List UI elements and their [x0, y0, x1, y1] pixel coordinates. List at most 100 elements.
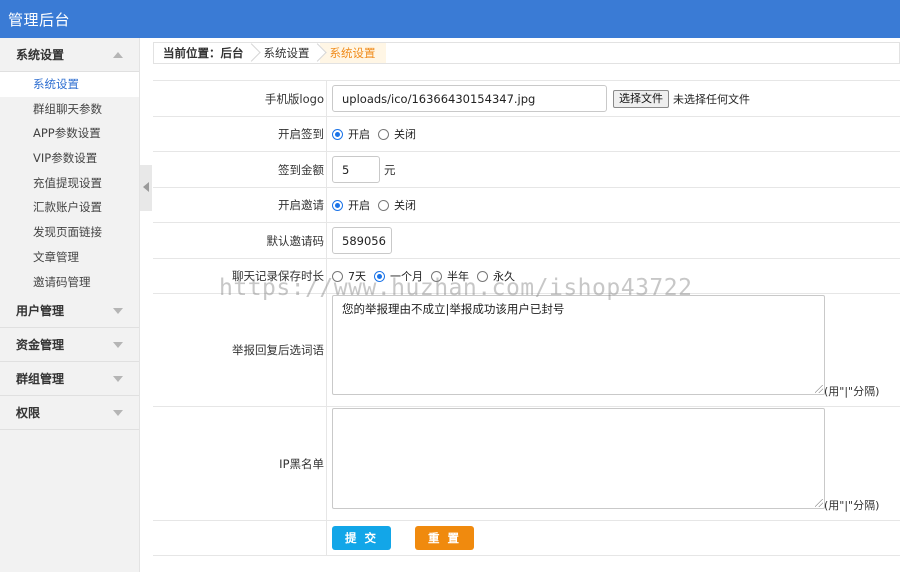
sidebar-item-group-chat-params[interactable]: 群组聊天参数	[0, 97, 139, 122]
radio-label: 关闭	[394, 199, 416, 212]
sidebar-group-system-settings[interactable]: 系统设置	[0, 38, 139, 72]
radio-checkin-on[interactable]: 开启	[332, 126, 370, 142]
sidebar-group-label: 系统设置	[16, 48, 65, 62]
submit-button[interactable]: 提 交	[332, 526, 391, 550]
breadcrumb: 当前位置：后台 系统设置 系统设置	[153, 42, 900, 64]
radio-label: 关闭	[394, 128, 416, 141]
sidebar-collapse-toggle[interactable]	[140, 165, 152, 211]
sidebar-item-discover-links[interactable]: 发现页面链接	[0, 220, 139, 245]
file-status-text: 未选择任何文件	[673, 92, 750, 106]
field-label: 聊天记录保存时长	[232, 269, 324, 283]
separator-hint: (用"|"分隔)	[824, 385, 880, 398]
radio-label: 半年	[447, 270, 469, 283]
chevron-down-icon	[113, 342, 123, 349]
radio-label: 一个月	[390, 270, 423, 283]
radio-label: 7天	[348, 270, 366, 283]
form-row-default-invite-code: 默认邀请码 589056	[153, 223, 900, 259]
ip-blacklist-textarea[interactable]	[332, 408, 825, 509]
invite-code-input[interactable]: 589056	[332, 227, 392, 254]
textarea-content: 您的举报理由不成立|举报成功该用户已封号	[342, 302, 565, 316]
chevron-down-icon	[113, 308, 123, 315]
radio-unchecked-icon	[378, 128, 389, 140]
resize-grip-icon[interactable]	[815, 385, 823, 393]
chevron-left-icon	[143, 182, 149, 192]
field-value: 提 交 重 置	[326, 521, 900, 555]
field-label	[153, 521, 326, 555]
unit-label: 元	[384, 162, 396, 177]
sidebar-group-label: 权限	[16, 406, 41, 421]
sidebar-item-app-params[interactable]: APP参数设置	[0, 121, 139, 146]
breadcrumb-current: 系统设置	[319, 43, 386, 63]
form-row-actions: 提 交 重 置	[153, 521, 900, 556]
sidebar-group-label: 资金管理	[16, 338, 65, 353]
resize-grip-icon[interactable]	[815, 499, 823, 507]
chevron-up-icon	[113, 52, 123, 58]
radio-unchecked-icon	[332, 270, 343, 282]
field-label: 签到金额	[278, 162, 324, 177]
sidebar-item-invite-codes[interactable]: 邀请码管理	[0, 270, 139, 295]
field-value: 开启 关闭	[326, 188, 900, 222]
field-value: 5 元	[326, 152, 900, 187]
form-row-mobile-logo: 手机版logo uploads/ico/16366430154347.jpg 选…	[153, 81, 900, 117]
sidebar-group-label: 用户管理	[16, 304, 65, 319]
field-value: 开启 关闭	[326, 117, 900, 151]
field-label: 开启邀请	[278, 198, 324, 212]
mobile-logo-input[interactable]: uploads/ico/16366430154347.jpg	[332, 85, 607, 112]
form-row-ip-blacklist: IP黑名单 (用"|"分隔)	[153, 407, 900, 521]
field-label: 开启签到	[278, 127, 324, 141]
radio-unchecked-icon	[477, 270, 488, 282]
chevron-down-icon	[113, 376, 123, 383]
form-row-checkin-enable: 开启签到 开启 关闭	[153, 117, 900, 152]
form-row-chat-retention: 聊天记录保存时长 7天 一个月 半年 永久	[153, 259, 900, 294]
choose-file-button[interactable]: 选择文件	[613, 89, 669, 108]
radio-checked-icon	[374, 270, 385, 282]
sidebar-item-recharge-withdraw[interactable]: 充值提现设置	[0, 171, 139, 196]
form-row-invite-enable: 开启邀请 开启 关闭	[153, 188, 900, 223]
sidebar-group-user-management[interactable]: 用户管理	[0, 294, 139, 329]
radio-checked-icon	[332, 128, 343, 140]
sidebar-sub-list: 系统设置 群组聊天参数 APP参数设置 VIP参数设置 充值提现设置 汇款账户设…	[0, 72, 139, 295]
radio-retention-1m[interactable]: 一个月	[374, 268, 423, 284]
field-value: 589056	[326, 223, 900, 258]
sidebar: 系统设置 系统设置 群组聊天参数 APP参数设置 VIP参数设置 充值提现设置 …	[0, 38, 140, 572]
radio-unchecked-icon	[431, 270, 442, 282]
sidebar-group-fund-management[interactable]: 资金管理	[0, 328, 139, 363]
report-reply-textarea[interactable]: 您的举报理由不成立|举报成功该用户已封号	[332, 295, 825, 395]
reset-button[interactable]: 重 置	[415, 526, 474, 550]
radio-retention-7d[interactable]: 7天	[332, 268, 366, 284]
field-label: 手机版logo	[264, 91, 324, 106]
field-value: uploads/ico/16366430154347.jpg 选择文件 未选择任…	[326, 81, 900, 116]
chevron-down-icon	[113, 410, 123, 417]
breadcrumb-item[interactable]: 系统设置	[254, 43, 320, 63]
sidebar-item-system-settings[interactable]: 系统设置	[0, 72, 139, 97]
field-label: IP黑名单	[279, 456, 324, 471]
top-header: 管理后台	[0, 0, 900, 38]
sidebar-item-articles[interactable]: 文章管理	[0, 245, 139, 270]
radio-invite-on[interactable]: 开启	[332, 197, 370, 213]
sidebar-item-remit-accounts[interactable]: 汇款账户设置	[0, 195, 139, 220]
radio-checked-icon	[332, 199, 343, 211]
field-value: (用"|"分隔)	[326, 407, 900, 520]
sidebar-item-vip-params[interactable]: VIP参数设置	[0, 146, 139, 171]
sidebar-group-permissions[interactable]: 权限	[0, 396, 139, 431]
radio-checkin-off[interactable]: 关闭	[378, 126, 416, 142]
form-row-checkin-amount: 签到金额 5 元	[153, 152, 900, 188]
form-row-report-reply: 举报回复后选词语 您的举报理由不成立|举报成功该用户已封号 (用"|"分隔)	[153, 294, 900, 407]
checkin-amount-input[interactable]: 5	[332, 156, 380, 183]
sidebar-group-group-management[interactable]: 群组管理	[0, 362, 139, 397]
sidebar-group-label: 群组管理	[16, 372, 65, 387]
radio-label: 开启	[348, 199, 370, 212]
radio-unchecked-icon	[378, 199, 389, 211]
field-value: 7天 一个月 半年 永久	[326, 259, 900, 293]
field-label: 默认邀请码	[266, 233, 325, 248]
radio-retention-forever[interactable]: 永久	[477, 268, 515, 284]
app-title: 管理后台	[8, 11, 71, 29]
radio-invite-off[interactable]: 关闭	[378, 197, 416, 213]
field-value: 您的举报理由不成立|举报成功该用户已封号 (用"|"分隔)	[326, 294, 900, 406]
field-label: 举报回复后选词语	[232, 343, 324, 357]
radio-label: 开启	[348, 128, 370, 141]
separator-hint: (用"|"分隔)	[824, 499, 880, 512]
settings-form: 手机版logo uploads/ico/16366430154347.jpg 选…	[153, 80, 900, 556]
radio-retention-6m[interactable]: 半年	[431, 268, 469, 284]
radio-label: 永久	[493, 270, 515, 283]
